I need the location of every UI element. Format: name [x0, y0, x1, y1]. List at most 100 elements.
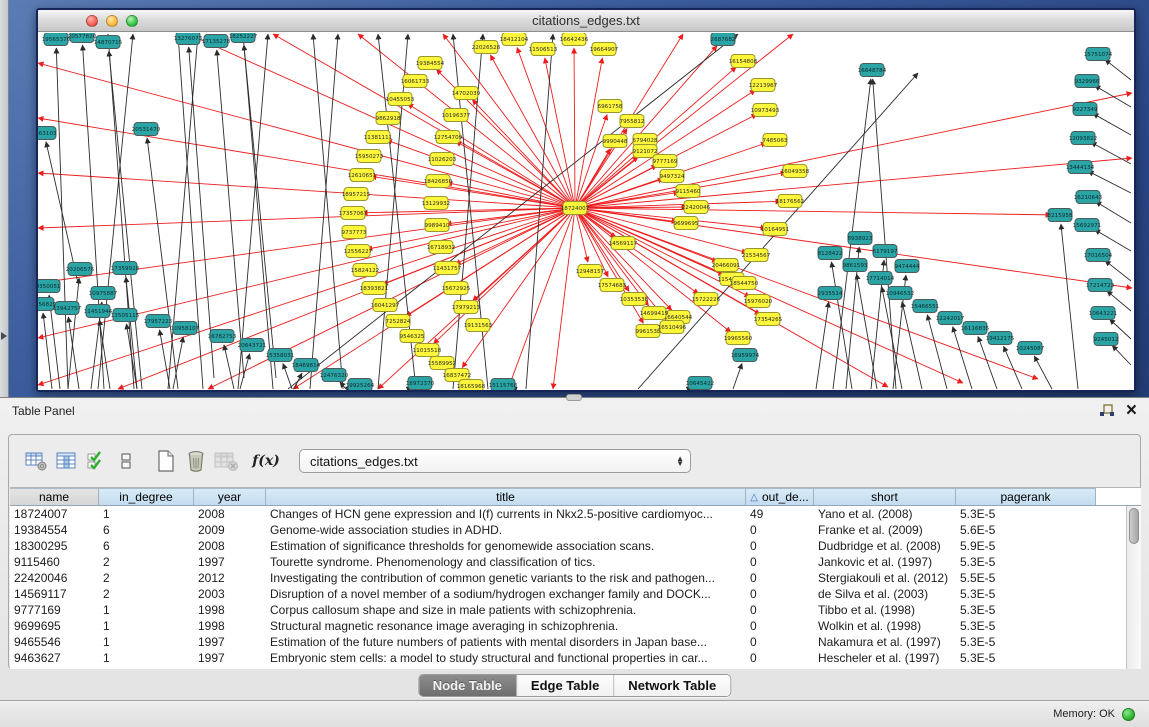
graph-edge — [733, 363, 742, 389]
table-cell: 1 — [99, 618, 194, 634]
graph-edge — [1096, 202, 1131, 223]
scrollbar-thumb[interactable] — [1129, 508, 1139, 544]
graph-node-label: 17957223 — [144, 319, 173, 325]
graph-node-label: 22420046 — [682, 205, 711, 211]
graph-node-label: 19384554 — [416, 61, 445, 67]
table-cell: Genome-wide association studies in ADHD. — [266, 522, 746, 538]
graph-node-label: 2663103 — [38, 131, 57, 137]
network-desktop: citations_edges.txt 18724007193845541606… — [0, 0, 1149, 397]
memory-ok-indicator[interactable] — [1122, 708, 1135, 721]
graph-node-label: 15751074 — [1084, 52, 1113, 58]
table-cell: Jankovic et al. (1997) — [814, 554, 956, 570]
graph-node-label: 8215958 — [1048, 213, 1073, 219]
table-row[interactable]: 946362711997Embryonic stem cells: a mode… — [10, 650, 1126, 666]
table-panel-body: f(x) citations_edges.txt ▲▼ namein_degre… — [8, 434, 1141, 669]
table-settings-icon[interactable] — [21, 446, 51, 476]
table-cell: 2 — [99, 586, 194, 602]
graph-node-label: 18165968 — [457, 384, 486, 390]
graph-node-label: 18544750 — [730, 281, 759, 287]
graph-node-label: 13276073 — [174, 36, 203, 42]
graph-node-label: 9121072 — [633, 149, 658, 155]
column-header-short[interactable]: short — [814, 488, 956, 505]
table-select-value: citations_edges.txt — [310, 454, 676, 469]
table-select-dropdown[interactable]: citations_edges.txt ▲▼ — [299, 449, 691, 473]
close-panel-icon[interactable]: × — [1126, 404, 1137, 418]
table-row[interactable]: 946554611997Estimation of the future num… — [10, 634, 1126, 650]
dropdown-arrows-icon: ▲▼ — [676, 456, 684, 466]
table-row[interactable]: 969969511998Structural magnetic resonanc… — [10, 618, 1126, 634]
graph-edge — [46, 142, 78, 283]
graph-node-label: 16049358 — [781, 169, 810, 175]
table-cell: 1 — [99, 506, 194, 522]
table-cell: 1998 — [194, 602, 266, 618]
graph-node-label: 16959974 — [731, 353, 760, 359]
row-select-icon[interactable] — [81, 446, 111, 476]
table-row[interactable]: 1830029562008Estimation of significance … — [10, 538, 1126, 554]
column-header-out_de[interactable]: △out_de... — [746, 488, 814, 505]
table-row[interactable]: 1938455462009Genome-wide association stu… — [10, 522, 1126, 538]
graph-node-label: 11506513 — [529, 47, 558, 53]
rows-icon[interactable] — [111, 446, 141, 476]
table-cell: 0 — [746, 650, 814, 666]
graph-node-label: 13129932 — [422, 201, 450, 207]
table-cell: 9699695 — [10, 618, 99, 634]
tab-node-table[interactable]: Node Table — [419, 675, 517, 696]
tab-network-table[interactable]: Network Table — [614, 675, 730, 696]
graph-edge — [244, 45, 276, 378]
hidden-panel-arrow-icon[interactable] — [1, 332, 7, 340]
table-cell: 5.5E-5 — [956, 570, 1096, 586]
new-table-icon[interactable] — [151, 446, 181, 476]
maximize-window-icon[interactable] — [126, 15, 138, 27]
graph-node-label: 12948157 — [576, 269, 605, 275]
close-window-icon[interactable] — [86, 15, 98, 27]
table-row[interactable]: 911546021997Tourette syndrome. Phenomeno… — [10, 554, 1126, 570]
graph-node-label: 15115768 — [489, 383, 518, 389]
table-row[interactable]: 1872400712008Changes of HCN gene express… — [10, 506, 1126, 522]
graph-node-label: 14569117 — [609, 241, 638, 247]
table-cell: 9115460 — [10, 554, 99, 570]
column-header-in_degree[interactable]: in_degree — [99, 488, 194, 505]
table-row[interactable]: 2242004622012Investigating the contribut… — [10, 570, 1126, 586]
graph-edge — [902, 302, 922, 389]
table-cell: Yano et al. (2008) — [814, 506, 956, 522]
column-header-year[interactable]: year — [194, 488, 266, 505]
graph-node-label: 17135278 — [202, 39, 231, 45]
network-canvas[interactable]: 1872400719384554160617331045505398629181… — [38, 33, 1134, 390]
tab-edge-table[interactable]: Edge Table — [517, 675, 614, 696]
graph-edge — [98, 34, 133, 389]
delete-icon[interactable] — [181, 446, 211, 476]
table-row[interactable]: 1456911722003Disruption of a novel membe… — [10, 586, 1126, 602]
column-header-name[interactable]: name — [10, 488, 99, 505]
minimize-window-icon[interactable] — [106, 15, 118, 27]
graph-node-label: 20206576 — [66, 267, 95, 273]
graph-node-label: 9989410 — [425, 223, 450, 229]
column-visibility-icon[interactable] — [51, 446, 81, 476]
table-body: 1872400712008Changes of HCN gene express… — [10, 506, 1126, 669]
table-cell: 22420046 — [10, 570, 99, 586]
graph-node-label: 15950273 — [355, 154, 384, 160]
graph-node-label: 17714014 — [866, 276, 895, 282]
graph-edge — [240, 354, 250, 389]
graph-edge — [574, 48, 575, 208]
table-row[interactable]: 977716911998Corpus callosum shape and si… — [10, 602, 1126, 618]
graph-edge — [1112, 345, 1131, 365]
table-toolbar: f(x) citations_edges.txt ▲▼ — [9, 435, 1140, 487]
network-view-window: citations_edges.txt 18724007193845541606… — [36, 8, 1136, 392]
column-header-pagerank[interactable]: pagerank — [956, 488, 1096, 505]
network-window-titlebar[interactable]: citations_edges.txt — [38, 10, 1134, 32]
graph-node-label: 17359928 — [111, 266, 140, 272]
graph-node-label: 9862918 — [376, 116, 401, 122]
vertical-scrollbar[interactable] — [1126, 506, 1141, 669]
float-panel-icon[interactable] — [1098, 403, 1116, 419]
table-cell: Estimation of significance thresholds fo… — [266, 538, 746, 554]
table-cell: 1998 — [194, 618, 266, 634]
graph-node-label: 9861593 — [843, 263, 868, 269]
graph-node-label: 17214723 — [1086, 283, 1115, 289]
column-header-title[interactable]: title — [266, 488, 746, 505]
table-cell: 1 — [99, 634, 194, 650]
function-builder-icon[interactable]: f(x) — [251, 446, 281, 476]
graph-edge — [1061, 224, 1078, 389]
graph-edge — [217, 50, 244, 378]
table-cell: 6 — [99, 538, 194, 554]
table-cell: Disruption of a novel member of a sodium… — [266, 586, 746, 602]
